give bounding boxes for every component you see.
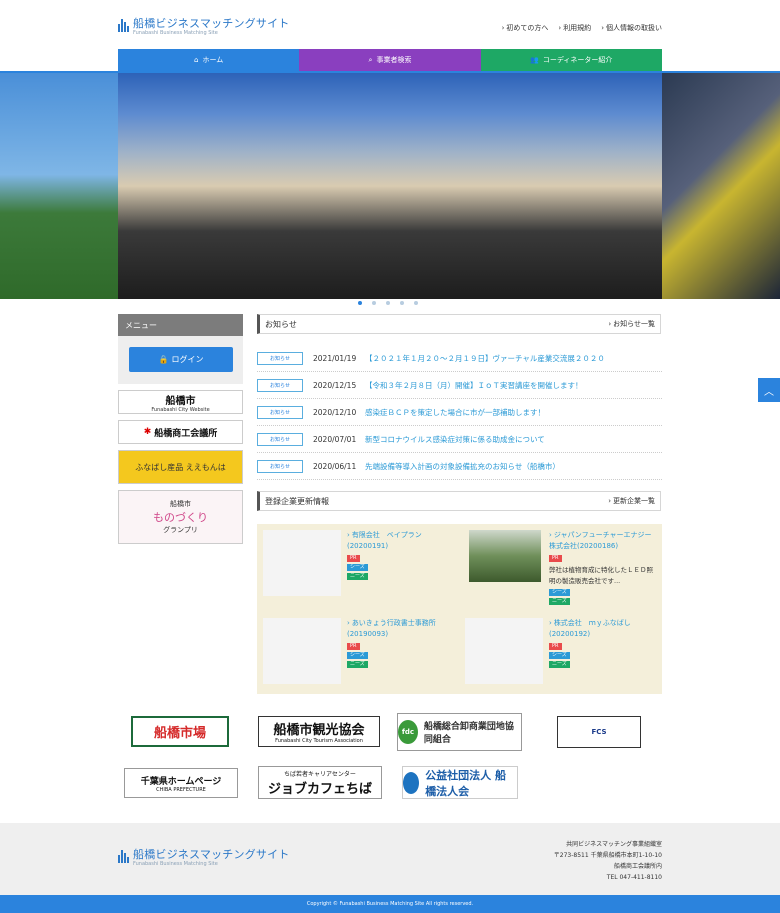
lock-icon: 🔒 (158, 355, 169, 364)
slider-dot[interactable] (386, 301, 390, 305)
seeds-badge: シーズ (549, 652, 570, 659)
company-card: ジャパンフューチャーエナジー株式会社(20200186) PR 弊社は植物育成に… (459, 524, 654, 605)
slider-dot[interactable] (414, 301, 418, 305)
company-thumbnail[interactable] (465, 618, 543, 684)
corporation-logo-icon (403, 771, 420, 794)
company-thumbnail[interactable] (263, 618, 341, 684)
users-icon: 👥 (530, 56, 539, 64)
company-thumbnail[interactable] (263, 530, 341, 596)
seeds-badge: シーズ (347, 652, 368, 659)
banner-funabashi-market[interactable]: 船橋市場 (131, 716, 229, 747)
pr-badge: PR (549, 643, 562, 650)
slider-dots (358, 301, 418, 305)
needs-badge: ニーズ (347, 661, 368, 668)
companies-more-link[interactable]: 更新企業一覧 (608, 496, 655, 506)
banner-tourism-association[interactable]: 船橋市観光協会 Funabashi City Tourism Associati… (258, 716, 380, 747)
needs-badge: ニーズ (549, 598, 570, 605)
company-name[interactable]: あいきょう行政書士事務所 (20190093) (347, 618, 451, 640)
news-item[interactable]: お知らせ 2020/12/15 【令和３年２月８日（月）開催】ＩｏＴ実習講座を開催し… (257, 372, 662, 399)
home-icon: ⌂ (194, 56, 199, 64)
site-title: 船橋ビジネスマッチングサイト (133, 17, 290, 30)
news-item[interactable]: お知らせ 2020/06/11 先端設備等導入計画の対象設備拡充のお知らせ（船橋市） (257, 453, 662, 480)
news-item[interactable]: お知らせ 2021/01/19 【２０２１年１月２０～２月１９日】ヴァーチャル産業交… (257, 345, 662, 372)
banner-monozukuri-grandprix[interactable]: 船橋市 ものづくり グランプリ (118, 490, 243, 544)
sidebar: メニュー 🔒 ログイン 船橋市 Funabashi City Website ✱ 船… (118, 314, 243, 544)
company-name[interactable]: 有限会社 ベイプラン (20200191) (347, 530, 451, 552)
footer-logo[interactable]: 船橋ビジネスマッチングサイト Funabashi Business Matchi… (118, 848, 289, 868)
banner-job-cafe-chiba[interactable]: ちば若者キャリアセンター ジョブカフェちば (258, 766, 382, 799)
logo-mark-icon (118, 19, 129, 32)
nav-home[interactable]: ⌂ ホーム (118, 49, 300, 71)
slider-dot[interactable] (400, 301, 404, 305)
needs-badge: ニーズ (549, 661, 570, 668)
seeds-badge: シーズ (549, 589, 570, 596)
company-name[interactable]: 株式会社 ｍｙふなばし (20200192) (549, 618, 653, 640)
menu-box: 🔒 ログイン (118, 336, 243, 384)
login-button[interactable]: 🔒 ログイン (129, 347, 233, 372)
seeds-badge: シーズ (347, 564, 368, 571)
news-item[interactable]: お知らせ 2020/07/01 新型コロナウイルス感染症対策に係る助成金について (257, 426, 662, 453)
banner-local-products[interactable]: ふなばし産品 ええもんは (118, 450, 243, 484)
hero-current-slide (118, 73, 662, 299)
footer-address: 共同ビジネスマッチング事業組織室 〒273-8511 千葉県船橋市本町1-10-… (553, 841, 662, 881)
company-name[interactable]: ジャパンフューチャーエナジー株式会社(20200186) (549, 530, 653, 552)
nav-coordinator[interactable]: 👥 コーディネーター紹介 (480, 49, 662, 71)
hero-next-slide[interactable] (662, 73, 780, 299)
link-first-time[interactable]: 初めての方へ (502, 23, 548, 33)
main-nav: ⌂ ホーム ⌕ 事業者検索 👥 コーディネーター紹介 (118, 49, 662, 71)
nav-search[interactable]: ⌕ 事業者検索 (299, 49, 481, 71)
banner-funabashi-city[interactable]: 船橋市 Funabashi City Website (118, 390, 243, 414)
site-logo[interactable]: 船橋ビジネスマッチングサイト Funabashi Business Matchi… (118, 17, 289, 37)
link-privacy[interactable]: 個人情報の取扱い (601, 23, 662, 33)
banner-funabashi-corporation[interactable]: 公益社団法人 船橋法人会 (402, 766, 518, 799)
cooperative-logo-icon: fdc (398, 720, 418, 744)
companies-header: 登録企業更新情報 更新企業一覧 (257, 491, 661, 511)
chamber-logo-icon: ✱ (143, 427, 152, 437)
pr-badge: PR (549, 555, 562, 562)
company-card: 株式会社 ｍｙふなばし (20200192) PR シーズ ニーズ (459, 612, 654, 692)
pr-badge: PR (347, 555, 360, 562)
slider-dot[interactable] (372, 301, 376, 305)
company-grid: 有限会社 ベイプラン (20200191) PR シーズ ニーズ ジャパンフュー… (257, 524, 662, 694)
logo-mark-icon (118, 850, 129, 863)
news-item[interactable]: お知らせ 2020/12/10 感染症ＢＣＰを策定した場合に市が一部補助します！ (257, 399, 662, 426)
back-to-top-button[interactable]: ︿ (758, 378, 780, 402)
banner-chamber-of-commerce[interactable]: ✱ 船橋商工会議所 (118, 420, 243, 444)
banner-wholesale-cooperative[interactable]: fdc 船橋総合卸商業団地協同組合 (397, 713, 522, 751)
company-card: 有限会社 ベイプラン (20200191) PR シーズ ニーズ (257, 524, 452, 604)
company-thumbnail[interactable] (469, 530, 541, 582)
link-terms[interactable]: 利用規約 (558, 23, 591, 33)
banner-chiba-prefecture[interactable]: 千葉県ホームページ CHIBA PREFECTURE (124, 768, 238, 798)
companies-title: 登録企業更新情報 (265, 496, 329, 506)
pr-badge: PR (347, 643, 360, 650)
chevron-up-icon: ︿ (764, 386, 774, 398)
needs-badge: ニーズ (347, 573, 368, 580)
news-header: お知らせ お知らせ一覧 (257, 314, 661, 334)
menu-title: メニュー (118, 314, 243, 336)
banner-fcs[interactable]: FCS (557, 716, 641, 748)
company-card: あいきょう行政書士事務所 (20190093) PR シーズ ニーズ (257, 612, 452, 692)
hero-prev-slide[interactable] (0, 73, 118, 299)
news-more-link[interactable]: お知らせ一覧 (608, 319, 655, 329)
news-list: お知らせ 2021/01/19 【２０２１年１月２０～２月１９日】ヴァーチャル産業交… (257, 345, 662, 480)
news-title: お知らせ (265, 319, 297, 329)
search-icon: ⌕ (368, 55, 373, 64)
slider-dot[interactable] (358, 301, 362, 305)
hero-slider[interactable] (0, 73, 780, 299)
copyright: Copyright © Funabashi Business Matching … (0, 895, 780, 913)
company-description: 弊社は植物育成に特化したＬＥＤ照明の製造販売会社です... (549, 566, 653, 585)
top-links: 初めての方へ 利用規約 個人情報の取扱い (502, 23, 662, 33)
footer: 船橋ビジネスマッチングサイト Funabashi Business Matchi… (0, 823, 780, 895)
site-title-en: Funabashi Business Matching Site (133, 30, 218, 36)
